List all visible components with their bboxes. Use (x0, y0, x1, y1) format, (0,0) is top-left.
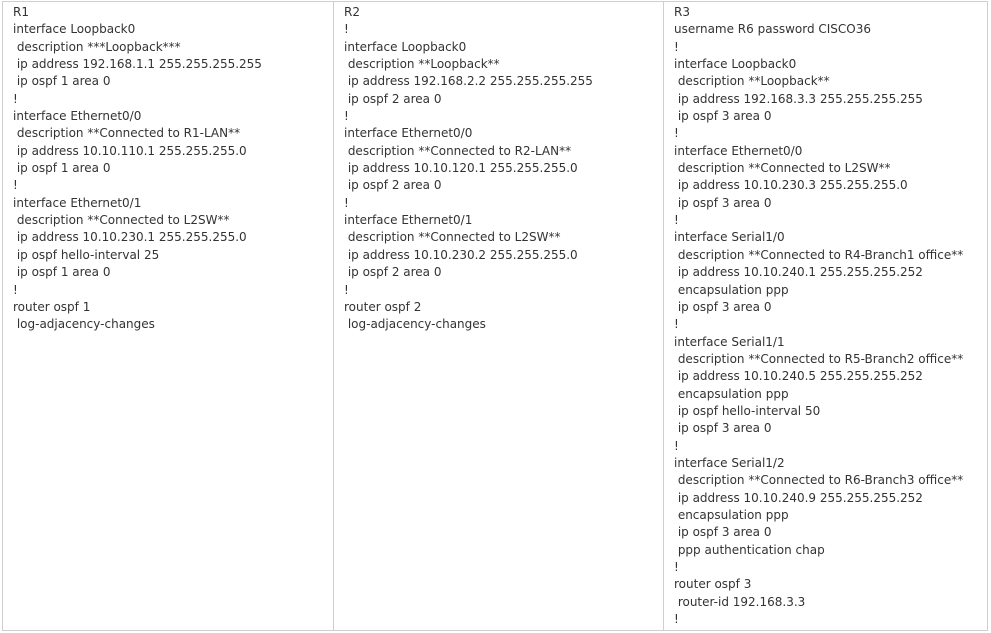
config-line: ip address 10.10.110.1 255.255.255.0 (13, 143, 247, 158)
config-line: description **Connected to R6-Branch3 of… (674, 473, 964, 488)
config-line: ip ospf hello-interval 25 (13, 247, 160, 262)
config-line: interface Loopback0 (13, 22, 136, 37)
config-line: ip address 10.10.230.3 255.255.255.0 (674, 178, 908, 193)
config-line: interface Ethernet0/1 (13, 195, 142, 210)
config-line: description **Loopback** (344, 57, 500, 72)
config-line: ip address 192.168.2.2 255.255.255.255 (344, 74, 593, 89)
r2-config-column: R2! interface Loopback0 description **Loo… (334, 2, 664, 630)
config-line: ! (674, 126, 679, 141)
config-line: router ospf 2 (344, 299, 422, 314)
config-line: ! (344, 195, 349, 210)
config-line: interface Ethernet0/1 (344, 213, 473, 228)
config-line: ! (674, 560, 679, 574)
config-line: ip address 10.10.240.5 255.255.255.252 (674, 369, 923, 384)
config-line: description **Connected to R4-Branch1 of… (674, 247, 964, 262)
config-line: interface Ethernet0/0 (344, 126, 473, 141)
config-line: ip ospf 3 area 0 (674, 109, 772, 124)
config-line: ! (674, 612, 679, 627)
config-line: ip ospf 1 area 0 (13, 265, 111, 280)
config-line: interface Loopback0 (344, 39, 467, 54)
config-line: ! (13, 178, 18, 193)
config-line: description **Connected to R5-Branch2 of… (674, 351, 964, 366)
config-line: interface Serial1/0 (674, 230, 785, 245)
config-line: ip address 10.10.120.1 255.255.255.0 (344, 161, 578, 176)
config-line: ! (674, 213, 679, 228)
config-line: description **Connected to L2SW** (674, 161, 891, 176)
config-line: ip address 10.10.240.9 255.255.255.252 (674, 490, 923, 505)
config-line: ip ospf 3 area 0 (674, 195, 772, 210)
router-heading: R1 (13, 5, 29, 19)
config-line: ip address 10.10.230.2 255.255.255.0 (344, 247, 578, 262)
config-line: description **Connected to L2SW** (13, 213, 230, 228)
config-line: ! (674, 39, 679, 54)
router-config-table: R1 interface Loopback0 description ***Loo… (2, 1, 988, 631)
config-line: log-adjacency-changes (344, 317, 486, 332)
config-line: ! (13, 282, 18, 297)
router-heading: R3 (674, 5, 690, 19)
config-line: description **Loopback** (674, 74, 830, 89)
config-line: interface Ethernet0/0 (674, 143, 803, 158)
config-line: ip ospf 1 area 0 (13, 161, 111, 176)
config-line: interface Serial1/1 (674, 334, 785, 349)
config-line: ip ospf 2 area 0 (344, 91, 442, 106)
config-line: interface Loopback0 (674, 57, 797, 72)
config-line: ip ospf 2 area 0 (344, 265, 442, 280)
config-line: log-adjacency-changes (13, 317, 155, 332)
config-line: ip ospf 2 area 0 (344, 178, 442, 193)
config-line: ppp authentication chap (674, 542, 825, 557)
config-line: encapsulation ppp (674, 282, 789, 297)
config-line: ip ospf hello-interval 50 (674, 403, 821, 418)
r1-config-column: R1 interface Loopback0 description ***Loo… (3, 2, 334, 630)
router-heading: R2 (344, 5, 360, 19)
config-line: ip address 10.10.230.1 255.255.255.0 (13, 230, 247, 245)
config-line: ! (674, 317, 679, 332)
config-line: ip address 10.10.240.1 255.255.255.252 (674, 265, 923, 280)
config-line: ! (344, 22, 349, 37)
config-line: ip ospf 3 area 0 (674, 525, 772, 540)
config-line: ip address 192.168.3.3 255.255.255.255 (674, 91, 923, 106)
config-line: interface Serial1/2 (674, 455, 785, 470)
config-line: ip ospf 3 area 0 (674, 421, 772, 436)
config-line: description **Connected to R1-LAN** (13, 126, 241, 141)
config-line: ip ospf 1 area 0 (13, 74, 111, 89)
config-line: ! (13, 91, 18, 106)
config-line: description **Connected to R2-LAN** (344, 143, 572, 158)
config-line: router-id 192.168.3.3 (674, 594, 806, 609)
config-line: username R6 password CISCO36 (674, 22, 872, 37)
config-line: ! (344, 282, 349, 297)
config-line: description **Connected to L2SW** (344, 230, 561, 245)
config-line: router ospf 3 (674, 577, 752, 592)
r3-config-column: R3 username R6 password CISCO36! interface… (664, 2, 987, 630)
config-line: router ospf 1 (13, 299, 91, 314)
config-line: ip ospf 3 area 0 (674, 299, 772, 314)
config-line: encapsulation ppp (674, 507, 789, 522)
config-line: ! (344, 109, 349, 124)
config-line: description ***Loopback*** (13, 39, 181, 54)
config-line: interface Ethernet0/0 (13, 109, 142, 124)
config-line: ip address 192.168.1.1 255.255.255.255 (13, 57, 262, 72)
config-line: ! (674, 438, 679, 453)
config-line: encapsulation ppp (674, 386, 789, 401)
